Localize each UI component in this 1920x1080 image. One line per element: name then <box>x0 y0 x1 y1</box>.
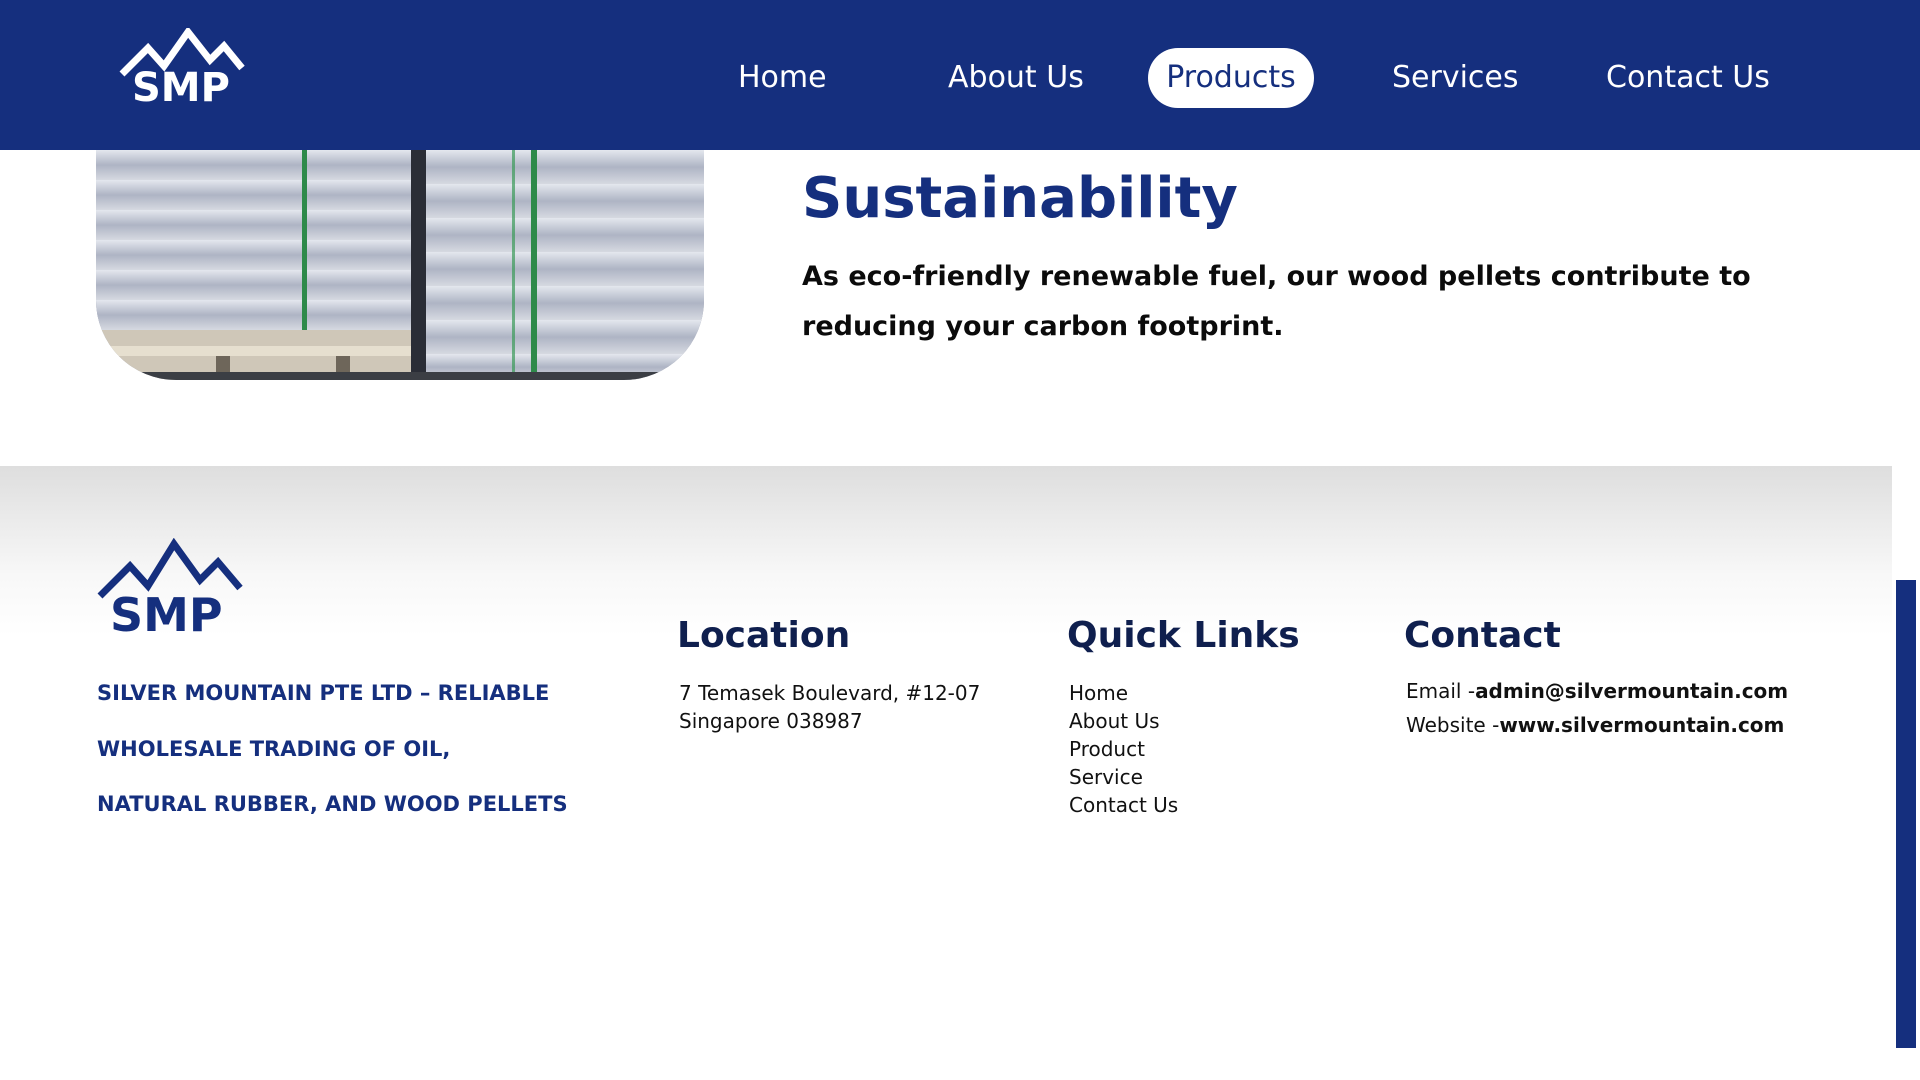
contact-title: Contact <box>1404 615 1561 656</box>
location-title: Location <box>677 615 851 656</box>
nav-services[interactable]: Services <box>1392 48 1519 108</box>
quick-link-contact-us[interactable]: Contact Us <box>1069 791 1178 819</box>
quick-links-title: Quick Links <box>1067 615 1300 656</box>
quick-link-service[interactable]: Service <box>1069 763 1178 791</box>
tagline-line: WHOLESALE TRADING OF OIL, <box>97 736 451 761</box>
tagline-line: NATURAL RUBBER, AND WOOD PELLETS <box>97 792 568 816</box>
wood-pellet-bags-image <box>96 150 704 380</box>
quick-link-product[interactable]: Product <box>1069 735 1178 763</box>
footer-logo[interactable]: SMP <box>96 537 246 648</box>
quick-links-list: Home About Us Product Service Contact Us <box>1069 679 1178 819</box>
footer-logo-text: SMP <box>110 588 223 642</box>
email-label: Email - <box>1406 679 1476 703</box>
contact-website: Website -www.silvermountain.com <box>1406 711 1784 739</box>
tagline-line: SILVER MOUNTAIN PTE LTD – RELIABLE <box>97 681 550 705</box>
nav-contact-us[interactable]: Contact Us <box>1606 48 1770 108</box>
quick-link-home[interactable]: Home <box>1069 679 1178 707</box>
address-line: 7 Temasek Boulevard, #12-07 <box>679 681 981 705</box>
scrollbar-thumb[interactable] <box>1896 580 1916 1048</box>
nav-about-us[interactable]: About Us <box>948 48 1084 108</box>
website-link[interactable]: www.silvermountain.com <box>1499 713 1784 737</box>
section-description: As eco-friendly renewable fuel, our wood… <box>802 261 1751 342</box>
email-link[interactable]: admin@silvermountain.com <box>1475 679 1788 703</box>
nav-home[interactable]: Home <box>738 48 827 108</box>
contact-email: Email -admin@silvermountain.com <box>1406 677 1788 705</box>
main-nav: Home About Us Products Services Contact … <box>0 48 1920 108</box>
site-header: SMP Home About Us Products Services Cont… <box>0 0 1920 150</box>
quick-link-about-us[interactable]: About Us <box>1069 707 1178 735</box>
section-title: Sustainability <box>802 166 1238 231</box>
nav-products[interactable]: Products <box>1148 48 1314 108</box>
website-label: Website - <box>1406 713 1500 737</box>
company-tagline: SILVER MOUNTAIN PTE LTD – RELIABLE WHOLE… <box>97 666 617 833</box>
address-line: Singapore 038987 <box>679 709 863 733</box>
